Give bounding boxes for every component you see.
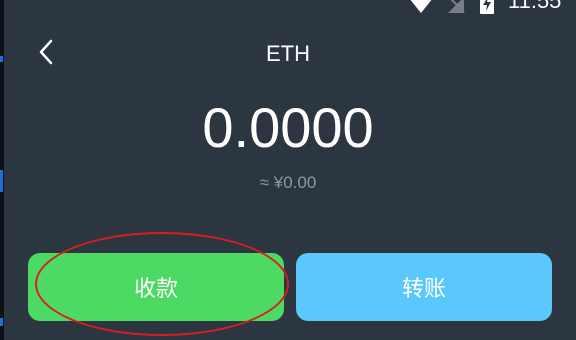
fiat-value: ≈ ¥0.00 (259, 173, 317, 192)
wifi-icon (408, 0, 434, 19)
left-edge-mark (0, 318, 3, 326)
status-time: 11:55 (508, 0, 562, 13)
balance-amount: 0.0000 (202, 96, 374, 159)
transfer-button[interactable]: 转账 (296, 253, 552, 321)
transfer-button-label: 转账 (401, 276, 446, 301)
battery-charging-icon (480, 0, 494, 19)
page-title: ETH (266, 41, 310, 66)
receive-button-label: 收款 (133, 276, 178, 301)
no-signal-icon (446, 0, 466, 19)
receive-button[interactable]: 收款 (28, 253, 284, 321)
